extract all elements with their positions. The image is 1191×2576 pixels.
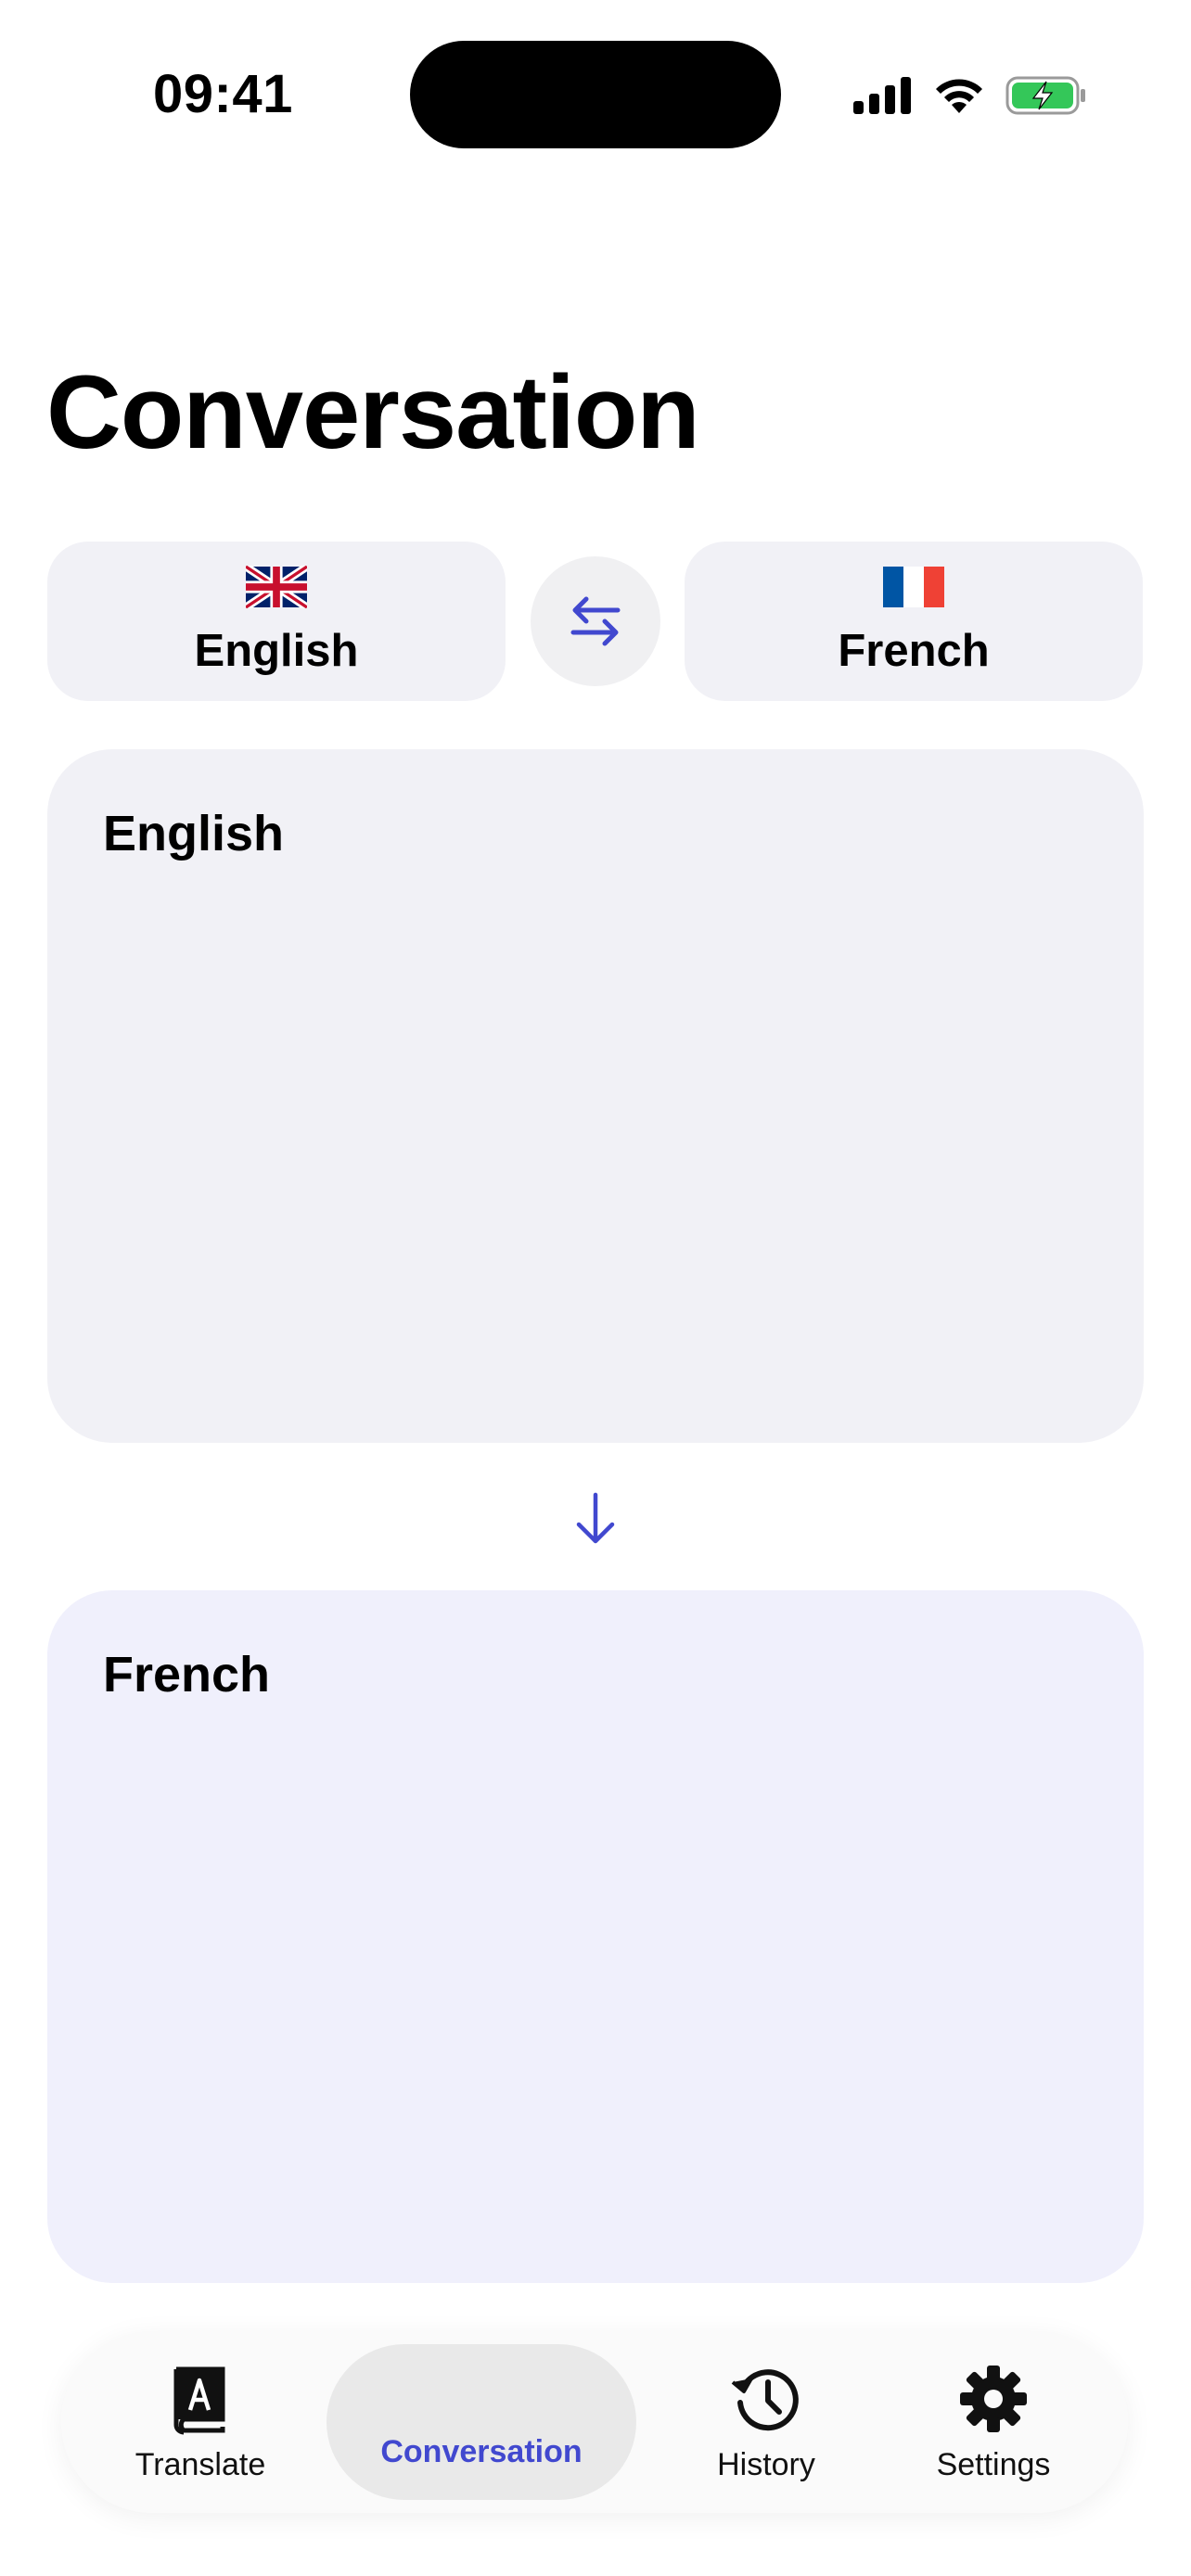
uk-flag-icon <box>246 566 307 608</box>
conversation-screen: 09:41 Conversation English French Englis… <box>0 0 1191 2576</box>
source-text-panel[interactable]: English <box>47 749 1144 1443</box>
target-panel-label: French <box>103 1647 271 1702</box>
swap-languages-button[interactable] <box>531 556 660 686</box>
tab-translate[interactable]: Translate <box>108 2331 293 2513</box>
source-panel-label: English <box>103 806 285 861</box>
status-icons <box>853 69 1087 122</box>
page-title: Conversation <box>46 354 700 470</box>
battery-charging-icon <box>1005 76 1085 115</box>
arrow-down-icon <box>576 1492 615 1544</box>
gear-icon <box>960 2365 1027 2432</box>
target-language-selector[interactable]: French <box>685 542 1143 701</box>
tab-settings-label: Settings <box>936 2446 1051 2482</box>
tab-translate-label: Translate <box>134 2446 266 2482</box>
target-text-panel: French <box>47 1590 1144 2283</box>
target-language-name: French <box>838 626 990 676</box>
wifi-icon <box>936 79 982 113</box>
tab-bar: Translate Conversation History Settings <box>61 2331 1128 2513</box>
tab-history[interactable]: History <box>673 2331 859 2513</box>
signal-bars-icon <box>853 77 911 114</box>
status-time: 09:41 <box>153 64 293 124</box>
history-icon <box>731 2368 799 2430</box>
source-language-name: English <box>194 626 359 676</box>
tab-conversation-label: Conversation <box>380 2433 583 2469</box>
tab-settings[interactable]: Settings <box>901 2331 1086 2513</box>
book-translate-icon <box>173 2366 225 2434</box>
tab-conversation[interactable]: Conversation <box>327 2331 636 2513</box>
france-flag-icon <box>883 567 944 607</box>
dynamic-island <box>410 41 781 148</box>
source-language-selector[interactable]: English <box>47 542 506 701</box>
tab-history-label: History <box>717 2446 815 2482</box>
swap-arrows-icon <box>570 596 621 646</box>
